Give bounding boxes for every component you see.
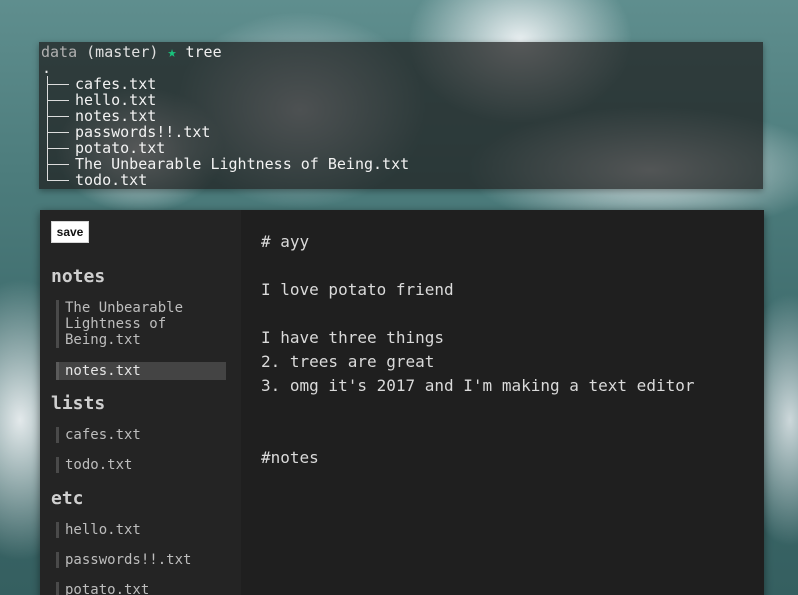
content-line: 3. omg it's 2017 and I'm making a text e… <box>261 376 695 395</box>
tree-filename: The Unbearable Lightness of Being.txt <box>75 155 410 173</box>
prompt-branch: (master) <box>86 43 159 61</box>
tree-filename: cafes.txt <box>75 75 157 93</box>
content-line: I have three things <box>261 328 445 347</box>
sidebar-item-active[interactable]: notes.txt <box>56 362 226 380</box>
content-line: #notes <box>261 448 319 467</box>
sidebar-item[interactable]: The Unbearable Lightness of Being.txt <box>56 300 226 348</box>
save-button[interactable]: save <box>51 221 89 243</box>
tree-branch-glyph <box>41 172 75 188</box>
tree-branch-glyph <box>41 76 75 92</box>
tree-filename: notes.txt <box>75 107 157 125</box>
tree-branch-glyph <box>41 124 75 140</box>
group-title-etc: etc <box>51 488 84 509</box>
content-line <box>261 398 764 422</box>
sidebar-item[interactable]: cafes.txt <box>56 427 226 443</box>
group-title-lists: lists <box>51 393 106 414</box>
tree-branch-glyph <box>41 92 75 108</box>
tree-branch-glyph <box>41 156 75 172</box>
tree-entry: potato.txt <box>41 140 763 156</box>
content-line <box>261 302 764 326</box>
tree-filename: hello.txt <box>75 91 157 109</box>
prompt-command: tree <box>185 43 222 61</box>
tree-branch-glyph <box>41 140 75 156</box>
tree-entry: The Unbearable Lightness of Being.txt <box>41 156 763 172</box>
terminal-window: data (master) ★ tree . cafes.txt hello.t… <box>39 42 763 189</box>
tree-entry: notes.txt <box>41 108 763 124</box>
editor-window: save notes The Unbearable Lightness of B… <box>40 210 764 595</box>
editor-textarea[interactable]: # ayy I love potato friend I have three … <box>241 210 764 595</box>
tree-filename: passwords!!.txt <box>75 123 211 141</box>
star-icon: ★ <box>167 43 177 61</box>
tree-entry: cafes.txt <box>41 76 763 92</box>
sidebar-item[interactable]: passwords!!.txt <box>56 552 226 568</box>
sidebar: save notes The Unbearable Lightness of B… <box>40 210 241 595</box>
group-title-notes: notes <box>51 266 106 287</box>
tree-entry: hello.txt <box>41 92 763 108</box>
tree-entry: todo.txt <box>41 172 763 188</box>
content-line: 2. trees are great <box>261 352 435 371</box>
terminal-prompt: data (master) ★ tree <box>41 44 763 60</box>
tree-root: . <box>42 59 52 77</box>
content-line: # ayy <box>261 232 310 251</box>
sidebar-item[interactable]: todo.txt <box>56 457 226 473</box>
content-line <box>261 422 764 446</box>
tree-entry: passwords!!.txt <box>41 124 763 140</box>
tree-filename: todo.txt <box>75 171 148 189</box>
content-line <box>261 254 764 278</box>
tree-branch-glyph <box>41 108 75 124</box>
sidebar-item[interactable]: potato.txt <box>56 582 226 595</box>
content-line: I love potato friend <box>261 280 454 299</box>
tree-filename: potato.txt <box>75 139 166 157</box>
sidebar-item[interactable]: hello.txt <box>56 522 226 538</box>
